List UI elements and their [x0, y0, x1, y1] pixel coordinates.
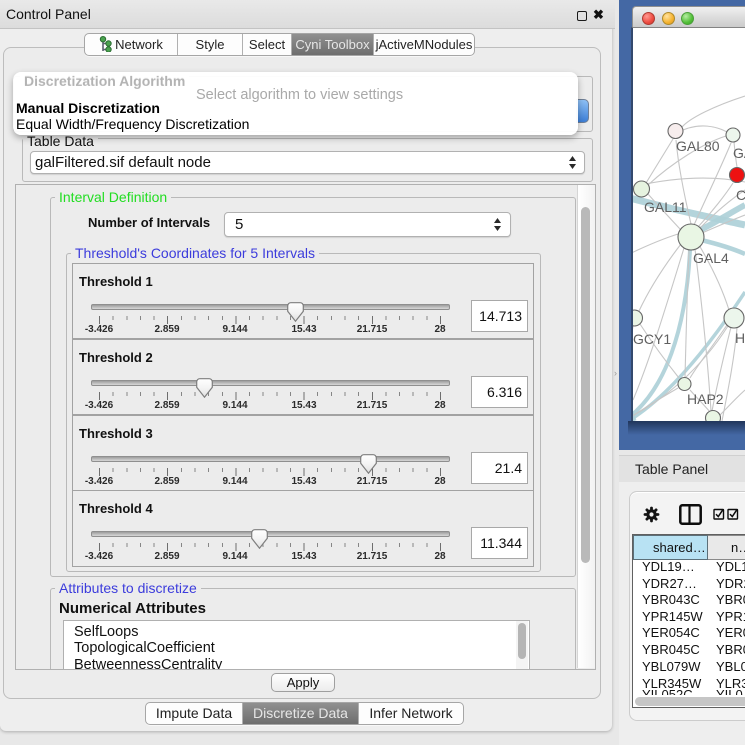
svg-text:HA: HA: [735, 330, 745, 346]
svg-text:HAP2: HAP2: [687, 391, 724, 407]
svg-text:GAL80: GAL80: [676, 138, 720, 154]
svg-text:GAL11: GAL11: [644, 199, 687, 215]
svg-text:GAL4: GAL4: [693, 250, 729, 266]
svg-text:GCY1: GCY1: [633, 331, 671, 347]
svg-text:GA: GA: [733, 145, 745, 161]
svg-text:C: C: [736, 187, 745, 203]
